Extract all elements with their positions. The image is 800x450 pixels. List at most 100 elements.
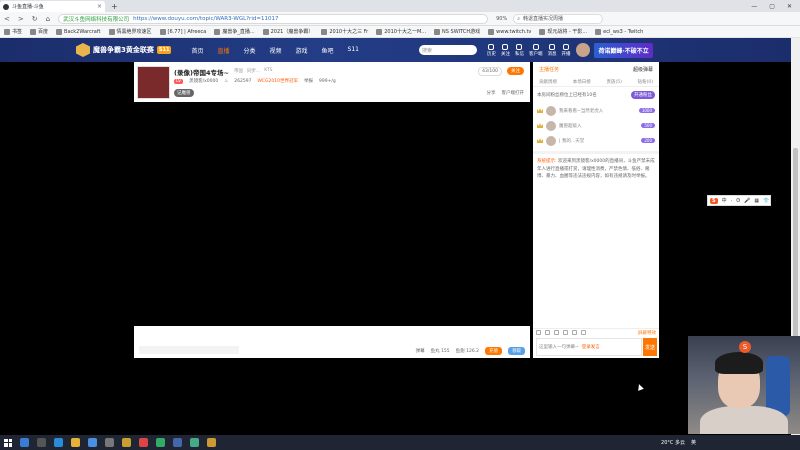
maximize-button[interactable]: ▢ [769, 3, 775, 10]
bookmark-item[interactable]: 2021（魔兽争霸） [262, 28, 313, 35]
share-button[interactable]: 分享 [487, 90, 496, 96]
tab-noble[interactable]: 贵族(5) [607, 79, 622, 86]
window-close-button[interactable]: ✕ [787, 3, 792, 10]
recharge-button[interactable]: 充值 [485, 347, 502, 355]
notice-button[interactable]: 消息 [547, 43, 556, 57]
close-icon[interactable]: × [97, 3, 102, 10]
gift-icon[interactable] [545, 330, 550, 335]
url-input[interactable]: 武汉斗鱼网络科技有限公司 https://www.douyu.com/topic… [58, 13, 489, 24]
megaphone-icon[interactable] [563, 330, 568, 335]
search-icon[interactable] [20, 438, 29, 447]
rank-row[interactable]: 魔兽超级入 500 [533, 118, 659, 133]
login-to-chat-link[interactable]: 登录发言 [582, 344, 600, 350]
app-icon[interactable] [173, 438, 182, 447]
fan-tag[interactable]: 记魔兽 [174, 89, 194, 97]
follow-button[interactable]: 关注 [501, 43, 510, 57]
keyboard-icon[interactable]: ▦ [754, 198, 759, 204]
sogou-float-icon[interactable]: S [739, 341, 751, 353]
tab-week-rank[interactable]: 贡献周榜 [539, 79, 557, 86]
bookmark-item[interactable]: Back2Warcraft [56, 28, 101, 35]
windows-start-icon[interactable] [4, 438, 12, 447]
video-player[interactable] [134, 102, 530, 326]
image-icon[interactable] [572, 330, 577, 335]
zoom-level[interactable]: 90% [496, 16, 507, 22]
block-effects-button[interactable]: 屏蔽特效 [638, 330, 656, 336]
edge-icon[interactable] [54, 438, 63, 447]
browser-tab[interactable]: 斗鱼直播-斗鱼 × [0, 1, 105, 12]
danmu-toggle[interactable]: 弹幕 [416, 348, 425, 354]
new-tab-button[interactable]: + [111, 2, 118, 11]
rank-row[interactable]: 我来看看~当然老虎入 1000 [533, 103, 659, 118]
more-icon[interactable]: ⋮ [773, 198, 778, 204]
task-view-icon[interactable] [37, 438, 46, 447]
header-banner[interactable]: 荷诺巅峰·不破不立 [594, 42, 653, 58]
bookmark-item[interactable]: 2010十大之一M... [376, 28, 426, 35]
nav-item-home[interactable]: 首页 [191, 46, 203, 55]
tab-day-rank[interactable]: 本场日榜 [573, 79, 591, 86]
user-avatar[interactable] [576, 43, 591, 57]
app-icon[interactable] [105, 438, 114, 447]
app-icon[interactable] [156, 438, 165, 447]
app-icon[interactable] [207, 438, 216, 447]
minimize-button[interactable]: — [751, 3, 757, 10]
bookmark-item[interactable]: 2010十大之三 Fr [321, 28, 368, 35]
browser-search-input[interactable]: ⌕ 韩退直播实况周播 [513, 13, 604, 24]
chat-input[interactable]: 这里输入一句弹幕~ 登录发言 [536, 338, 642, 356]
browser-icon[interactable] [88, 438, 97, 447]
start-live-button[interactable]: 开播 [561, 43, 570, 57]
follow-button[interactable]: 关注 [507, 67, 524, 75]
nav-item-yuba[interactable]: 鱼吧 [322, 46, 334, 55]
ime-item[interactable]: ʘ [736, 198, 740, 204]
history-button[interactable]: 历史 [487, 43, 496, 57]
send-button[interactable]: 发送 [643, 338, 657, 356]
weather-widget[interactable]: 20°C 多云 [661, 439, 685, 446]
tab-diamond-fans[interactable]: 钻粉(0) [638, 79, 653, 86]
streamer-avatar[interactable] [137, 66, 170, 99]
clear-icon[interactable] [581, 330, 586, 335]
danmu-input[interactable] [139, 346, 239, 354]
message-button[interactable]: 私信 [515, 43, 524, 57]
forward-button[interactable]: > [18, 15, 24, 23]
nav-item-category[interactable]: 分类 [243, 46, 255, 55]
folder-icon[interactable] [71, 438, 80, 447]
nav-item-s11[interactable]: S11 [348, 46, 359, 55]
bookmark-item[interactable]: NS SWITCH游戏 [434, 28, 480, 35]
microphone-icon[interactable]: 🎤 [744, 198, 750, 204]
app-icon[interactable] [139, 438, 148, 447]
client-button[interactable]: 客户端 [529, 43, 542, 57]
open-client-button[interactable]: 客户端打开 [502, 90, 525, 96]
site-search-input[interactable]: 搜索 [418, 45, 477, 55]
bookmark-item[interactable]: 百度 [30, 28, 48, 35]
claim-button[interactable]: 领取 [508, 347, 525, 355]
nav-item-video[interactable]: 视频 [269, 46, 281, 55]
report-link[interactable]: 举报 [304, 78, 313, 84]
ime-item[interactable]: 中 [722, 197, 727, 204]
emoji-icon[interactable] [536, 330, 541, 335]
input-language[interactable]: 英 [691, 439, 696, 446]
refresh-button[interactable]: ↻ [32, 15, 38, 23]
streamer-name[interactable]: 黑镜客/x0000 [189, 78, 218, 84]
app-icon[interactable] [122, 438, 131, 447]
sogou-ime-icon[interactable]: S [710, 197, 718, 204]
nav-item-games[interactable]: 游戏 [296, 46, 308, 55]
bookmark-item[interactable]: 情黑绝界攻速区 [108, 28, 152, 35]
settings-icon[interactable] [554, 330, 559, 335]
bookmark-item[interactable]: 现元战将 - 干影... [539, 28, 587, 35]
bookmark-item[interactable]: www.twitch.tv [488, 28, 531, 35]
open-fans-button[interactable]: 开通粉丝 [631, 91, 655, 99]
bookmark-item[interactable]: 魔兽争_直播... [214, 28, 255, 35]
bookmark-item[interactable]: [6.77] | Afreeca [159, 28, 206, 35]
back-button[interactable]: < [4, 15, 10, 23]
skin-icon[interactable]: 👕 [763, 198, 769, 204]
tab-super-danmu[interactable]: 超级弹幕 [633, 66, 653, 73]
bookmark-item[interactable]: ecl_ws3 - Twitch [595, 28, 643, 35]
app-icon[interactable] [190, 438, 199, 447]
ime-item[interactable]: · [731, 198, 733, 204]
site-logo[interactable]: 魔兽争霸3黄金联赛 S11 [76, 43, 172, 57]
bookmark-item[interactable]: 书签 [4, 28, 22, 35]
nav-item-live[interactable]: 直播 [217, 46, 229, 55]
rank-row[interactable]: | 我的...天堂 200 [533, 133, 659, 148]
home-button[interactable]: ⌂ [46, 15, 50, 23]
tab-anchor-task[interactable]: 主播任务 [539, 66, 559, 73]
scrollbar-thumb[interactable] [793, 148, 798, 358]
